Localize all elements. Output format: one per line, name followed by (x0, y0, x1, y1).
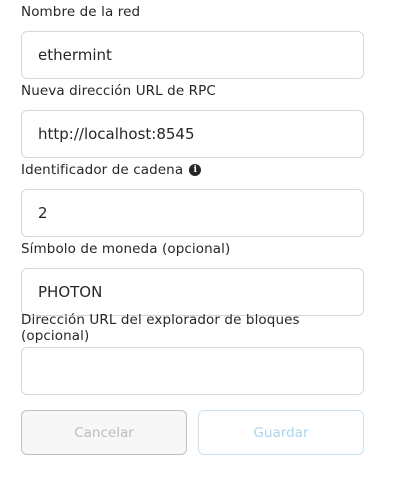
currency-symbol-field: Símbolo de moneda (opcional) (21, 239, 364, 316)
cancel-button[interactable]: Cancelar (21, 410, 187, 455)
rpc-url-input[interactable] (21, 110, 364, 158)
currency-symbol-label: Símbolo de moneda (opcional) (21, 241, 231, 257)
network-name-field: Nombre de la red (21, 2, 364, 79)
rpc-url-field: Nueva dirección URL de RPC (21, 81, 364, 158)
chain-id-label: Identificador de cadena (21, 162, 184, 178)
currency-symbol-input[interactable] (21, 268, 364, 316)
info-icon[interactable]: i (189, 164, 202, 176)
network-name-input[interactable] (21, 31, 364, 79)
block-explorer-url-field: Dirección URL del explorador de bloques … (21, 312, 364, 395)
save-button[interactable]: Guardar (198, 410, 364, 455)
chain-id-label-row: Identificador de cadena i (21, 160, 364, 180)
chain-id-field: Identificador de cadena i (21, 160, 364, 237)
chain-id-input[interactable] (21, 189, 364, 237)
network-name-label: Nombre de la red (21, 4, 141, 20)
block-explorer-url-input[interactable] (21, 347, 364, 395)
rpc-url-label: Nueva dirección URL de RPC (21, 83, 216, 99)
block-explorer-url-label: Dirección URL del explorador de bloques … (21, 312, 300, 344)
